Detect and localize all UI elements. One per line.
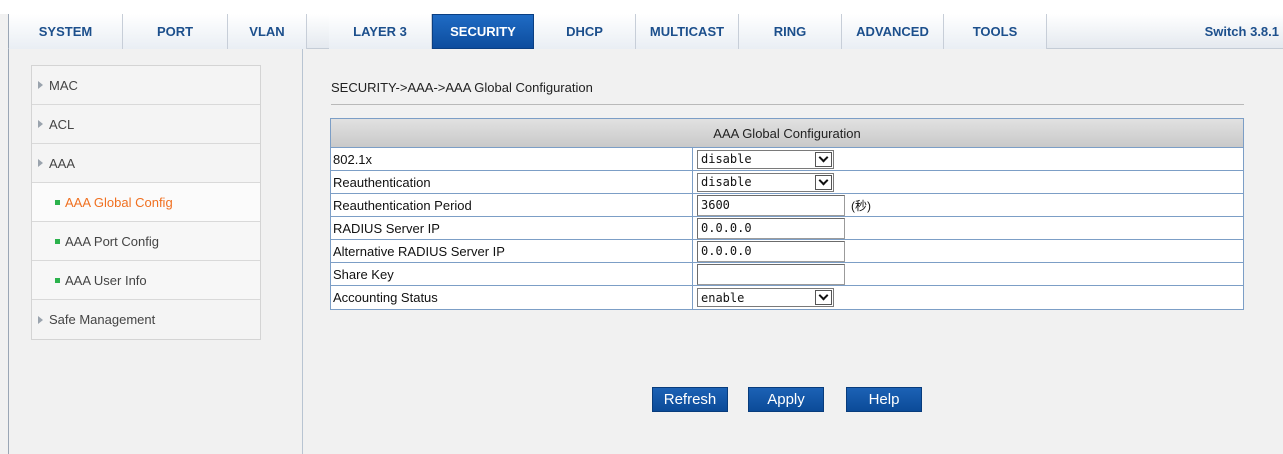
sidebar-item-aaa-user-info[interactable]: AAA User Info [32,261,260,300]
chevron-down-icon[interactable] [815,151,832,167]
row-label: 802.1x [331,148,693,170]
row-value: 0.0.0.0 [693,240,1243,262]
table-row: Share Key [331,263,1243,286]
triangle-right-icon [38,315,43,324]
sidebar-item-label: AAA [49,155,76,171]
table-row: Reauthentication disable [331,171,1243,194]
version-label: Switch 3.8.1 [1204,24,1279,39]
tab-vlan[interactable]: VLAN [228,14,307,49]
tab-multicast[interactable]: MULTICAST [636,14,739,49]
panel-divider [302,49,303,454]
tab-layer3[interactable]: LAYER 3 [329,14,432,49]
dot1x-select[interactable]: disable [697,149,834,169]
tab-system[interactable]: SYSTEM [9,14,123,49]
triangle-right-icon [38,159,43,167]
row-label: RADIUS Server IP [331,217,693,239]
table-row: 802.1x disable [331,148,1243,171]
sidebar-item-label: AAA Port Config [65,233,159,249]
alt-radius-server-ip-input[interactable]: 0.0.0.0 [697,240,845,262]
divider [331,104,1244,105]
bullet-icon [55,277,60,283]
chevron-down-icon[interactable] [815,290,832,305]
top-strip [0,0,1283,14]
row-value: 3600 (秒) [693,194,1243,216]
sidebar-item-label: MAC [49,77,78,93]
breadcrumb: SECURITY->AAA->AAA Global Configuration [331,80,593,95]
select-value: disable [701,152,752,166]
sidebar-item-label: AAA User Info [65,272,147,288]
row-value: enable [693,286,1243,309]
reauth-period-input[interactable]: 3600 [697,194,845,216]
sidebar-item-aaa-port-config[interactable]: AAA Port Config [32,222,260,261]
unit-label: (秒) [851,198,871,213]
sidebar-item-safe-management[interactable]: Safe Management [32,300,260,339]
accounting-status-select[interactable]: enable [697,288,834,307]
select-value: disable [701,175,752,189]
triangle-right-icon [38,81,43,89]
frame-border [8,49,9,454]
table-row: Accounting Status enable [331,286,1243,309]
reauthentication-select[interactable]: disable [697,172,834,192]
row-label: Accounting Status [331,286,693,309]
bullet-icon [55,238,60,244]
chevron-down-icon[interactable] [815,174,832,190]
bullet-icon [55,199,60,205]
row-value: disable [693,148,1243,170]
sidebar: MAC ACL AAA AAA Global Config AAA Port C… [31,65,261,340]
sidebar-item-label: Safe Management [49,312,156,327]
select-value: enable [701,290,745,305]
sidebar-item-acl[interactable]: ACL [32,105,260,144]
row-label: Reauthentication Period [331,194,693,216]
sidebar-item-label: AAA Global Config [65,194,173,210]
row-label: Alternative RADIUS Server IP [331,240,693,262]
triangle-right-icon [38,120,43,128]
tab-tools[interactable]: TOOLS [944,14,1047,49]
row-label: Reauthentication [331,171,693,193]
tab-port[interactable]: PORT [123,14,228,49]
sidebar-item-aaa-global-config[interactable]: AAA Global Config [32,183,260,222]
table-row: RADIUS Server IP 0.0.0.0 [331,217,1243,240]
sidebar-item-aaa[interactable]: AAA [32,144,260,183]
aaa-config-table: AAA Global Configuration 802.1x disable … [330,118,1244,310]
app-frame: SYSTEM PORT VLAN LAYER 3 SECURITY DHCP M… [0,0,1283,454]
row-value: disable [693,171,1243,193]
refresh-button[interactable]: Refresh [652,387,728,412]
sidebar-item-mac[interactable]: MAC [32,66,260,105]
tab-security[interactable]: SECURITY [432,14,534,49]
tab-ring[interactable]: RING [739,14,842,49]
row-label: Share Key [331,263,693,285]
help-button[interactable]: Help [846,387,922,412]
tab-advanced[interactable]: ADVANCED [842,14,944,49]
apply-button[interactable]: Apply [748,387,824,412]
row-value: 0.0.0.0 [693,217,1243,239]
radius-server-ip-input[interactable]: 0.0.0.0 [697,217,845,239]
share-key-input[interactable] [697,263,845,285]
sidebar-item-label: ACL [49,116,75,132]
tab-dhcp[interactable]: DHCP [534,14,636,49]
row-value [693,263,1243,285]
main-nav: SYSTEM PORT VLAN LAYER 3 SECURITY DHCP M… [8,14,1283,49]
table-header: AAA Global Configuration [331,119,1243,148]
table-row: Alternative RADIUS Server IP 0.0.0.0 [331,240,1243,263]
table-row: Reauthentication Period 3600 (秒) [331,194,1243,217]
